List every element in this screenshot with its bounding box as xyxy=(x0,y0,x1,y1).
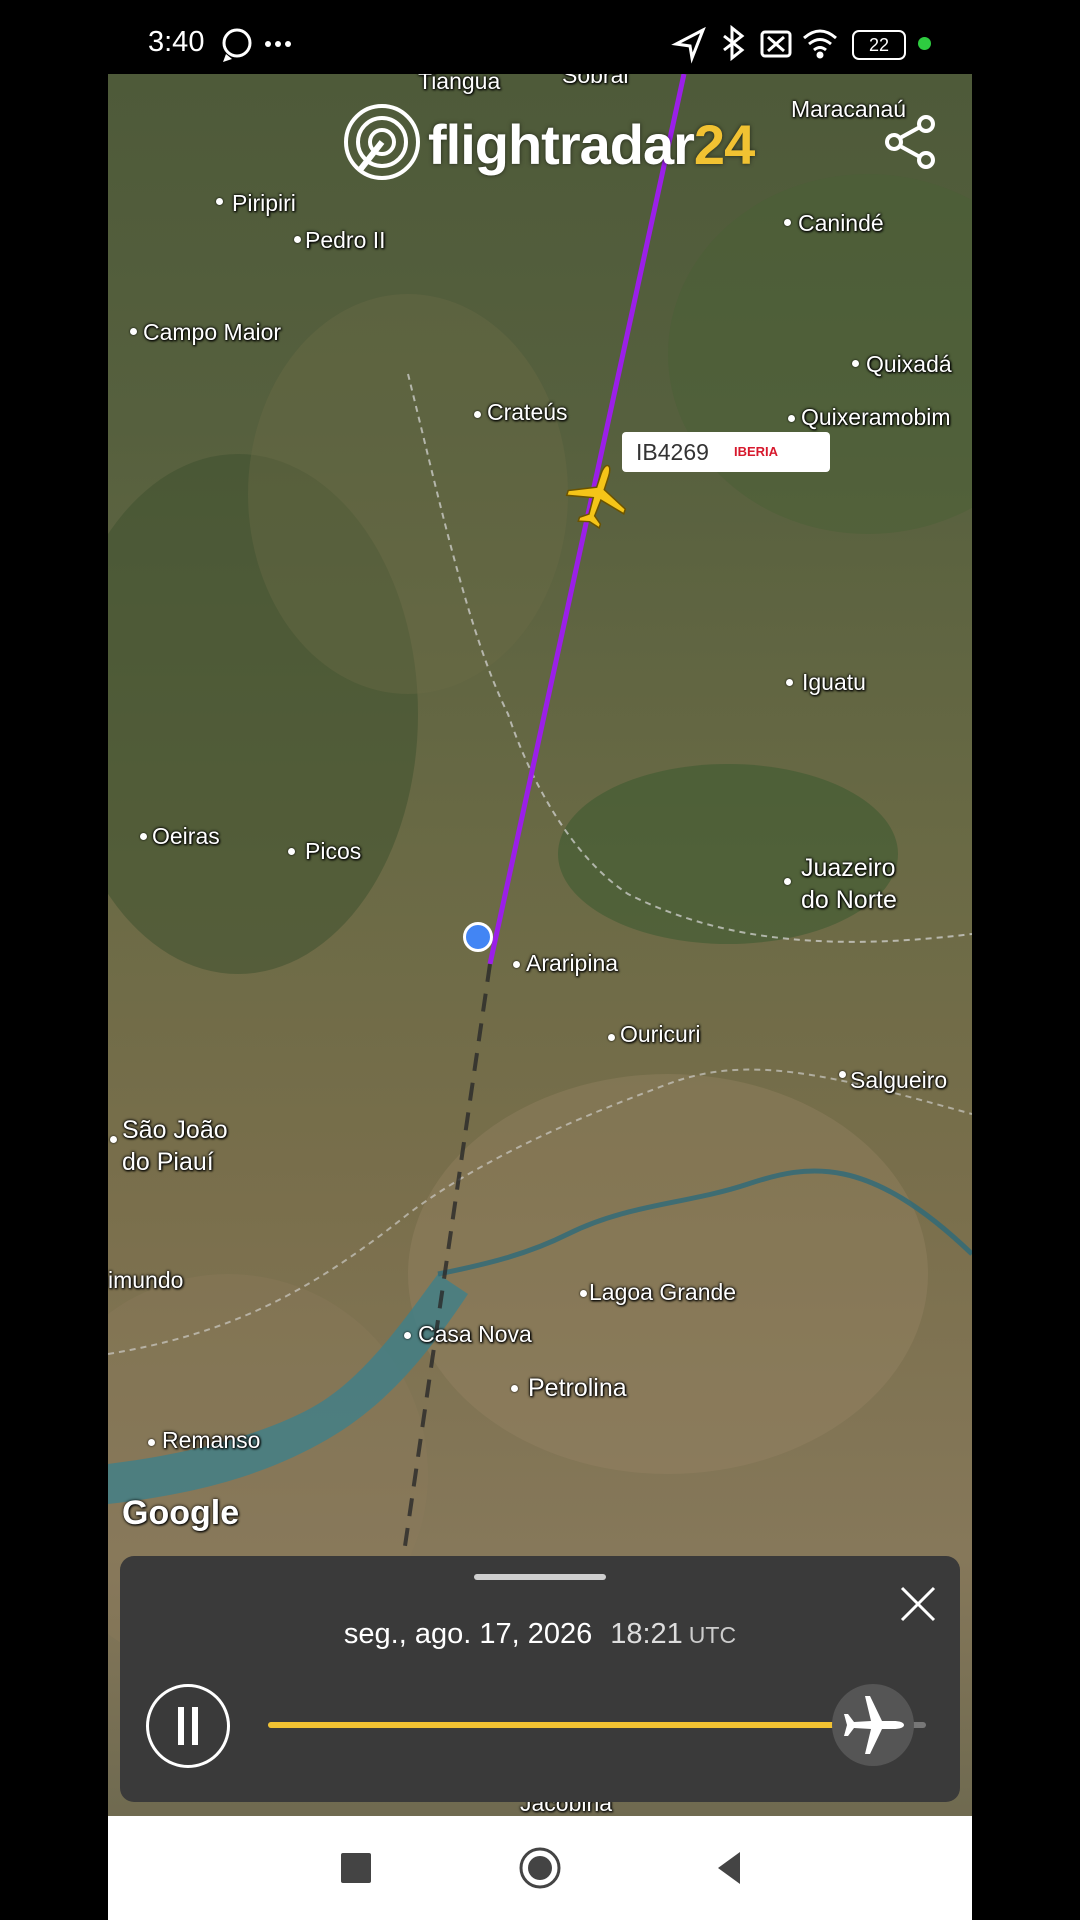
city-label: Campo Maior xyxy=(143,319,282,345)
playback-panel: seg., ago. 17, 2026 18:21 UTC xyxy=(120,1556,960,1802)
playback-datetime: seg., ago. 17, 2026 18:21 UTC xyxy=(120,1618,960,1651)
user-location-dot xyxy=(463,922,493,952)
location-arrow-icon xyxy=(671,26,706,64)
playback-date: seg., ago. 17, 2026 xyxy=(343,1618,593,1650)
privacy-indicator xyxy=(918,37,931,50)
share-button[interactable] xyxy=(880,112,940,172)
city-label: Piripiri xyxy=(232,190,296,216)
recents-button[interactable] xyxy=(334,1846,378,1890)
more-dots-icon xyxy=(265,41,291,47)
drag-handle[interactable] xyxy=(474,1574,606,1580)
city-label: Sobral xyxy=(562,74,629,88)
flight-label[interactable]: IB4269 IBERIA xyxy=(622,432,830,472)
back-icon xyxy=(718,1852,740,1884)
airline-logo: IBERIA xyxy=(734,444,779,459)
city-label: Oeiras xyxy=(152,823,220,849)
city-label: Casa Nova xyxy=(418,1321,532,1347)
playback-progress xyxy=(268,1722,874,1728)
battery-icon: 22 xyxy=(852,30,906,60)
playback-slider-handle[interactable] xyxy=(832,1684,915,1766)
radar-logo-icon xyxy=(344,104,420,180)
playback-time: 18:21 xyxy=(610,1618,683,1650)
city-label: Araripina xyxy=(526,950,619,976)
share-icon xyxy=(885,115,935,169)
google-attribution: Google xyxy=(122,1494,240,1532)
playback-slider[interactable] xyxy=(268,1722,926,1728)
wifi-icon xyxy=(803,29,837,59)
home-button[interactable] xyxy=(518,1846,562,1890)
city-label: Iguatu xyxy=(802,669,866,695)
city-label: Ouricuri xyxy=(620,1021,701,1047)
home-icon xyxy=(519,1847,561,1889)
city-label: Petrolina xyxy=(528,1374,627,1402)
flight-map[interactable]: Tiangua Sobral Maracanaú Piripiri Pedro … xyxy=(108,74,972,1816)
city-label: Crateús xyxy=(487,399,568,425)
back-button[interactable] xyxy=(708,1846,752,1890)
whatsapp-icon xyxy=(222,28,252,62)
bluetooth-icon xyxy=(723,24,745,62)
city-label: Salgueiro xyxy=(850,1067,948,1093)
city-label: Juazeiro do Norte xyxy=(801,854,897,914)
sim-off-icon xyxy=(760,30,792,58)
city-label: Quixeramobim xyxy=(801,404,951,430)
airplane-icon xyxy=(844,1696,905,1754)
flight-code: IB4269 xyxy=(636,439,709,465)
city-label: São João do Piauí xyxy=(122,1116,228,1176)
city-label: imundo xyxy=(108,1267,184,1293)
timezone-label: UTC xyxy=(688,1622,737,1648)
recents-icon xyxy=(341,1853,371,1883)
close-icon xyxy=(900,1586,936,1622)
city-label: Remanso xyxy=(162,1427,261,1453)
city-label: Quixadá xyxy=(866,351,952,377)
city-label: Tiangua xyxy=(418,74,501,94)
city-label: Canindé xyxy=(798,210,884,236)
navigation-bar xyxy=(108,1816,972,1920)
city-label: Lagoa Grande xyxy=(589,1279,737,1305)
city-label: Pedro II xyxy=(305,227,386,253)
city-label: Picos xyxy=(305,838,362,864)
logo-text: flightradar24 xyxy=(428,113,755,176)
pause-button[interactable] xyxy=(146,1684,230,1768)
